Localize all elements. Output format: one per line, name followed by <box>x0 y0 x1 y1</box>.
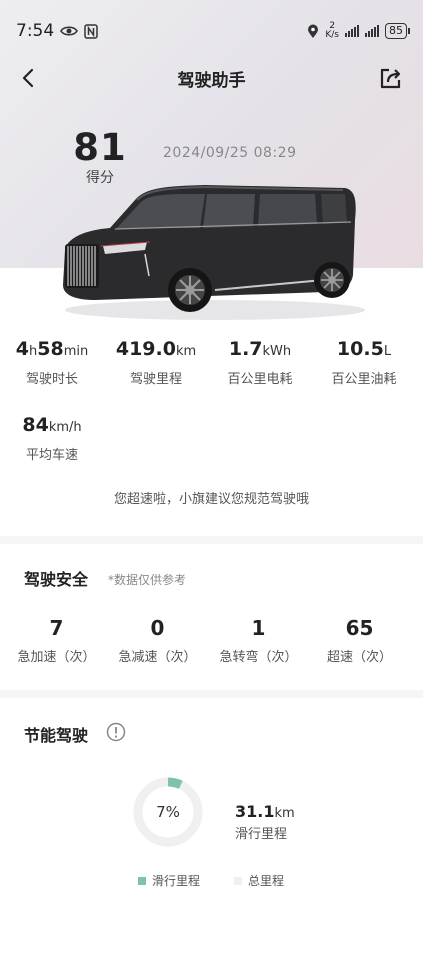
safety-note: *数据仅供参考 <box>108 573 187 587</box>
stat-distance: 419.0km 驾驶里程 <box>115 338 197 387</box>
legend-swatch-glide <box>138 876 146 885</box>
share-icon[interactable] <box>377 64 405 92</box>
trip-stats: 4h58min 驾驶时长 419.0km 驾驶里程 1.7kWh 百公里电耗 1… <box>0 338 423 387</box>
signal-icon-2 <box>365 25 379 37</box>
location-icon <box>308 24 319 38</box>
legend-glide: 滑行里程 <box>138 872 200 889</box>
speeding-notice: 您超速啦，小旗建议您规范驾驶哦 <box>113 492 309 507</box>
info-icon[interactable] <box>106 722 126 742</box>
score-block: 81 得分 <box>70 126 130 187</box>
safety-stats: 7 急加速（次） 0 急减速（次） 1 急转弯（次） 65 超速（次） <box>0 616 423 665</box>
status-bar: 7:54 2 K/s 85 <box>0 0 423 62</box>
page-title: 驾驶助手 <box>177 70 246 91</box>
back-arrow-icon[interactable] <box>16 64 44 92</box>
score-value: 81 <box>73 126 127 169</box>
section-divider <box>0 536 423 544</box>
section-divider-2 <box>0 690 423 698</box>
glide-distance: 31.1km 滑行里程 <box>235 802 295 842</box>
stat-drive-time: 4h58min 驾驶时长 <box>15 338 89 387</box>
safety-sharp-turn: 1 急转弯（次） <box>219 616 298 665</box>
stat-fuel-consumption: 10.5L 百公里油耗 <box>331 338 397 387</box>
safety-speeding: 65 超速（次） <box>326 616 392 665</box>
eye-icon <box>60 26 79 36</box>
safety-section-title: 驾驶安全 <box>24 570 89 589</box>
nav-bar: 驾驶助手 <box>0 58 423 98</box>
battery-icon: 85 <box>385 23 410 39</box>
signal-icon <box>345 25 359 37</box>
safety-rapid-acceleration: 7 急加速（次） <box>17 616 96 665</box>
trip-datetime: 2024/09/25 08:29 <box>163 145 297 161</box>
nfc-icon <box>84 23 98 39</box>
stat-avg-speed: 84km/h 平均车速 <box>22 414 82 463</box>
status-time: 7:54 <box>16 21 55 41</box>
legend-swatch-total <box>234 876 242 885</box>
network-speed: 2 K/s <box>325 21 339 40</box>
car-image <box>63 185 365 320</box>
legend-total: 总里程 <box>234 872 284 889</box>
eco-section-title: 节能驾驶 <box>24 726 89 745</box>
stat-electric-consumption: 1.7kWh 百公里电耗 <box>227 338 293 387</box>
glide-percent: 7% <box>156 803 180 821</box>
safety-rapid-deceleration: 0 急减速（次） <box>118 616 197 665</box>
